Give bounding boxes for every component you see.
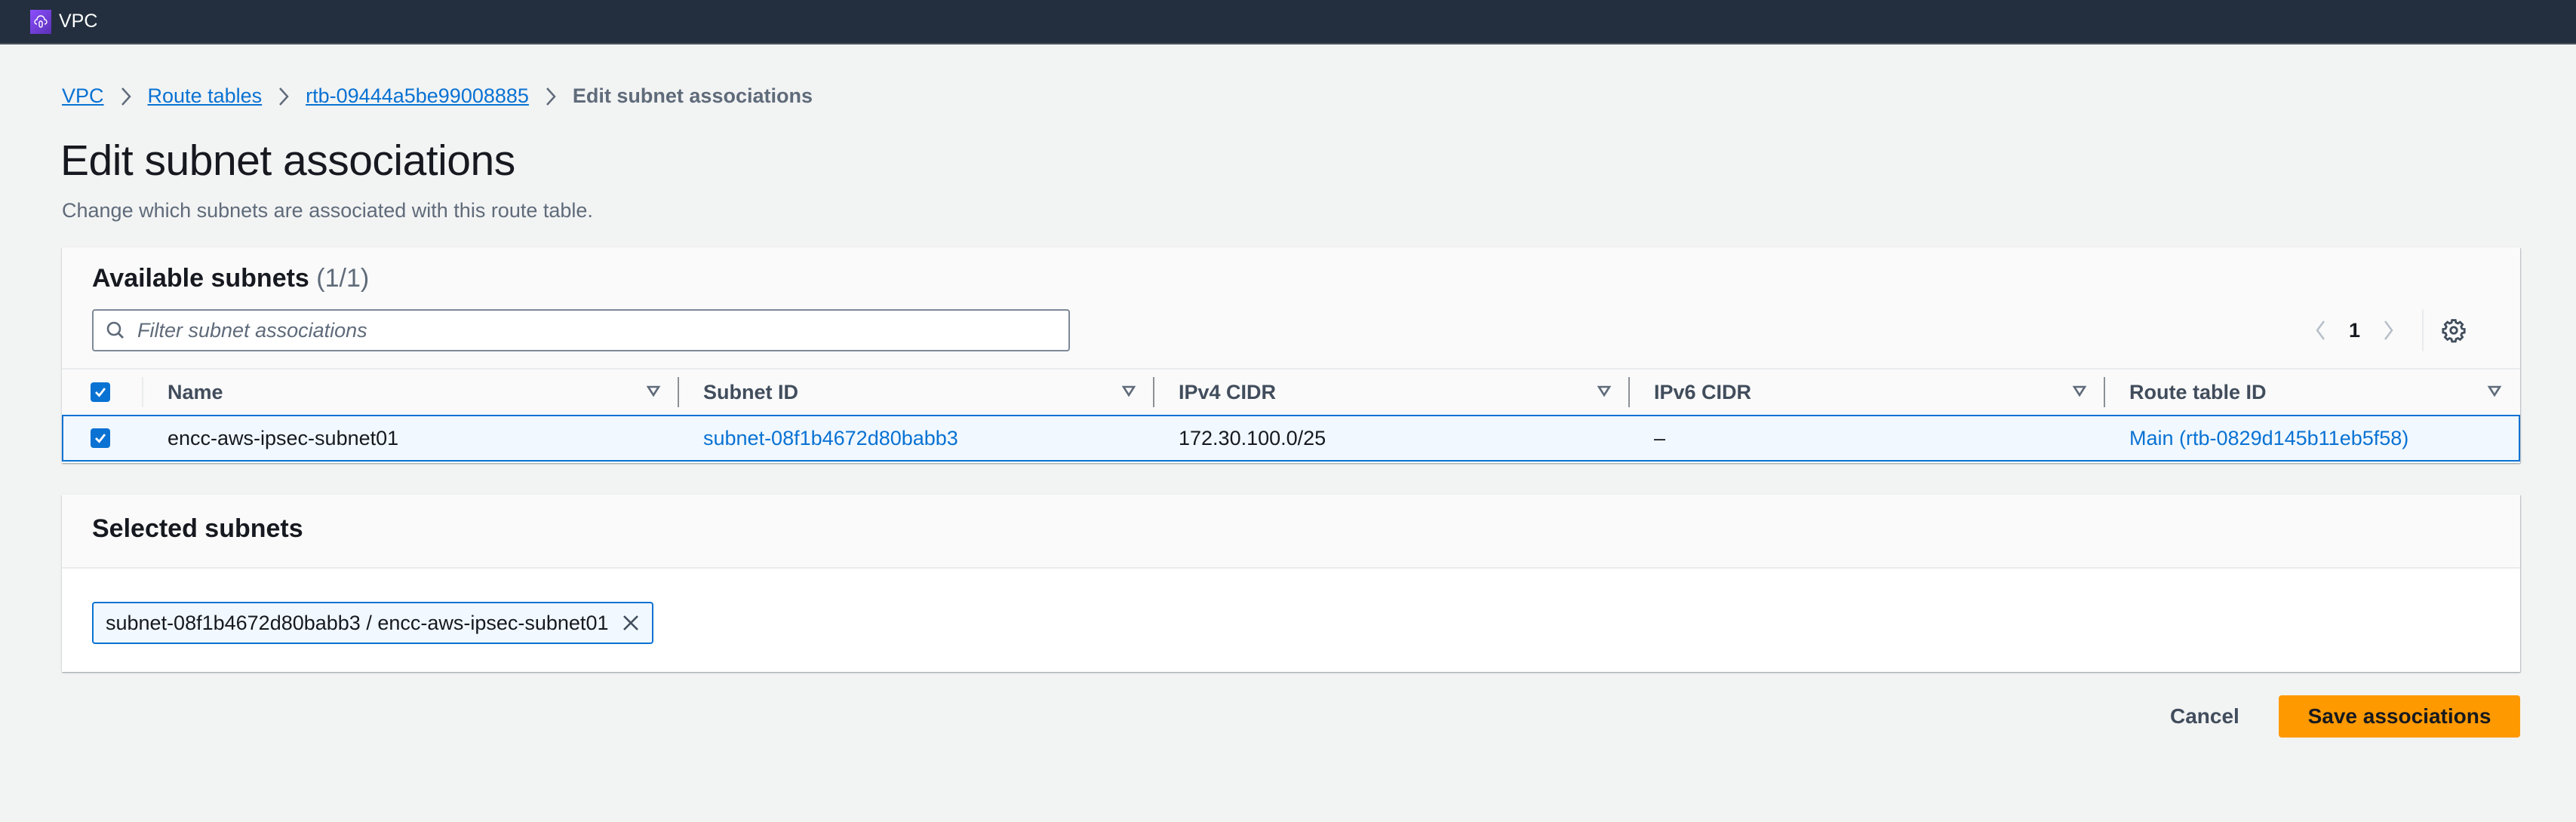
breadcrumb-route-table-id[interactable]: rtb-09444a5be99008885 xyxy=(306,84,529,108)
selected-subnets-header: Selected subnets xyxy=(62,495,2520,569)
cell-name: encc-aws-ipsec-subnet01 xyxy=(168,426,399,449)
chevron-right-icon xyxy=(278,87,289,106)
page-description: Change which subnets are associated with… xyxy=(62,199,593,222)
remove-token-button[interactable] xyxy=(622,614,640,632)
column-header-ipv6-cidr[interactable]: IPv6 CIDR xyxy=(1630,370,2105,415)
pagination: 1 xyxy=(2305,309,2469,351)
cell-subnet-id: subnet-08f1b4672d80babb3 xyxy=(703,416,958,460)
selected-subnet-token: subnet-08f1b4672d80babb3 / encc-aws-ipse… xyxy=(92,602,654,644)
filter-subnets-input[interactable] xyxy=(136,317,1029,343)
service-name[interactable]: VPC xyxy=(59,11,97,32)
table-header: Name Subnet ID IPv4 CIDR IPv6 CIDR Route… xyxy=(62,368,2520,415)
breadcrumb-route-tables[interactable]: Route tables xyxy=(148,84,263,108)
cell-ipv6-cidr: – xyxy=(1654,426,1666,449)
checkmark-icon xyxy=(95,388,106,397)
checkmark-icon xyxy=(95,434,106,443)
previous-page-button[interactable] xyxy=(2305,319,2335,342)
row-checkbox-cell xyxy=(91,416,110,460)
search-icon xyxy=(106,321,124,339)
table-row[interactable]: encc-aws-ipsec-subnet01 subnet-08f1b4672… xyxy=(62,415,2520,462)
selected-subnets-heading: Selected subnets xyxy=(92,514,303,543)
column-header-name[interactable]: Name xyxy=(143,370,679,415)
vpc-service-icon xyxy=(30,9,51,34)
column-header-subnet-id[interactable]: Subnet ID xyxy=(679,370,1154,415)
selected-subnets-body: subnet-08f1b4672d80babb3 / encc-aws-ipse… xyxy=(62,569,2520,672)
cancel-button[interactable]: Cancel xyxy=(2166,695,2241,738)
subnet-id-link[interactable]: subnet-08f1b4672d80babb3 xyxy=(703,427,958,450)
breadcrumb: VPC Route tables rtb-09444a5be99008885 E… xyxy=(62,84,813,108)
cell-route-table-id: Main (rtb-0829d145b11eb5f58) xyxy=(2129,416,2408,460)
filter-subnets-field xyxy=(92,309,1070,351)
column-label: IPv4 CIDR xyxy=(1179,380,1277,403)
sort-icon[interactable] xyxy=(2487,383,2502,398)
column-label: Route table ID xyxy=(2129,380,2267,403)
sort-icon[interactable] xyxy=(646,383,661,398)
row-checkbox[interactable] xyxy=(91,428,110,448)
token-label: subnet-08f1b4672d80babb3 / encc-aws-ipse… xyxy=(106,611,609,634)
chevron-right-icon xyxy=(546,87,556,106)
selected-subnets-panel: Selected subnets subnet-08f1b4672d80babb… xyxy=(62,495,2520,672)
column-label: Subnet ID xyxy=(703,380,798,403)
page-title: Edit subnet associations xyxy=(60,136,515,185)
breadcrumb-vpc[interactable]: VPC xyxy=(62,84,104,108)
column-label: Name xyxy=(168,380,223,403)
column-header-route-table-id[interactable]: Route table ID xyxy=(2105,370,2520,415)
chevron-right-icon xyxy=(2384,321,2393,340)
heading-text: Available subnets xyxy=(92,264,309,293)
current-page-number[interactable]: 1 xyxy=(2349,319,2360,342)
available-subnets-panel: Available subnets (1/1) 1 xyxy=(62,247,2520,463)
sort-icon[interactable] xyxy=(1121,383,1136,398)
chevron-right-icon xyxy=(121,87,131,106)
select-all-checkbox[interactable] xyxy=(91,382,110,402)
column-label: IPv6 CIDR xyxy=(1654,380,1752,403)
close-icon xyxy=(623,615,639,630)
available-subnets-count: (1/1) xyxy=(316,264,370,293)
cell-ipv4-cidr: 172.30.100.0/25 xyxy=(1179,426,1326,449)
route-table-id-link[interactable]: Main (rtb-0829d145b11eb5f58) xyxy=(2129,427,2408,450)
available-subnets-heading: Available subnets (1/1) xyxy=(92,264,369,293)
column-header-ipv4-cidr[interactable]: IPv4 CIDR xyxy=(1154,370,1630,415)
save-associations-button[interactable]: Save associations xyxy=(2279,695,2520,738)
table-preferences-button[interactable] xyxy=(2439,317,2469,343)
breadcrumb-current: Edit subnet associations xyxy=(572,84,813,107)
top-navigation-bar: VPC xyxy=(0,0,2576,44)
next-page-button[interactable] xyxy=(2374,319,2404,342)
select-all-cell xyxy=(91,370,143,415)
sort-icon[interactable] xyxy=(1597,383,1612,398)
sort-icon[interactable] xyxy=(2072,383,2087,398)
chevron-left-icon xyxy=(2316,321,2325,340)
pagination-divider xyxy=(2422,309,2424,351)
gear-icon xyxy=(2442,319,2466,343)
